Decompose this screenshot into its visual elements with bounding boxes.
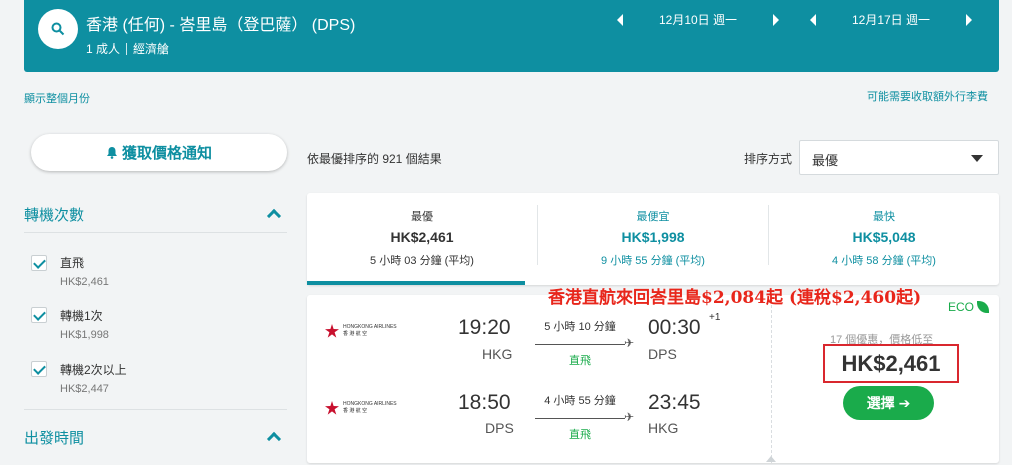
stops-checkbox-2plus[interactable] <box>31 361 47 377</box>
passengers-text: 1 成人 <box>86 42 121 56</box>
outbound-depart-time: 19:20 <box>458 316 511 339</box>
flight-line <box>535 344 625 345</box>
tab-name: 最便宜 <box>636 211 670 223</box>
price-alert-label: 獲取價格通知 <box>121 145 212 162</box>
tab-name: 最優 <box>411 211 433 223</box>
tab-price: HK$1,998 <box>621 229 685 245</box>
inbound-depart-airport: DPS <box>485 420 514 436</box>
tab-price: HK$5,048 <box>852 229 916 245</box>
show-whole-month-link[interactable]: 顯示整個月份 <box>24 90 90 106</box>
collapse-stops-icon[interactable] <box>266 208 282 224</box>
extra-baggage-fees-link[interactable]: 可能需要收取額外行李費 <box>867 88 988 104</box>
route-text: 香港 (任何) - 峇里島（登巴薩） (DPS) <box>86 17 356 34</box>
flight-line <box>535 418 625 419</box>
sort-dropdown[interactable]: 最優 <box>799 140 999 175</box>
sort-tabs: 最優 HK$2,461 5 小時 03 分鐘 (平均) 最便宜 HK$1,998… <box>307 193 999 285</box>
hong-kong-airlines-logo-icon <box>325 324 339 338</box>
collapse-depart-time-icon[interactable] <box>266 431 282 447</box>
airline-name-en: HONGKONG AIRLINES <box>343 401 397 407</box>
day-offset: +1 <box>709 312 721 323</box>
results-count: 依最優排序的 921 個結果 <box>307 152 442 166</box>
outbound-stops: 直飛 <box>569 355 591 367</box>
next-depart-date-arrow[interactable] <box>773 13 779 26</box>
stops-price-1stop: HK$1,998 <box>60 329 109 341</box>
outbound-arrive-airport: DPS <box>648 346 677 362</box>
stops-price-2plus: HK$2,447 <box>60 383 109 395</box>
hong-kong-airlines-logo-icon <box>325 401 339 415</box>
divider <box>24 232 287 233</box>
depart-time-filter-title[interactable]: 出發時間 <box>24 427 84 448</box>
return-date[interactable]: 12月17日 週一 <box>816 11 966 28</box>
leaf-icon <box>977 301 990 313</box>
inbound-depart-time: 18:50 <box>458 391 511 414</box>
cabin-text: 經濟艙 <box>133 42 170 56</box>
outbound-depart-airport: HKG <box>482 346 513 362</box>
airline-logo: HONGKONG AIRLINES 香 港 航 空 <box>325 324 397 338</box>
promo-annotation: 香港直航來回峇里島$2,084起 (連稅$2,460起) <box>548 288 922 308</box>
tab-fastest[interactable]: 最快 HK$5,048 4 小時 58 分鐘 (平均) <box>769 193 999 285</box>
inbound-stops: 直飛 <box>569 429 591 441</box>
airline-name-zh: 香 港 航 空 <box>343 331 368 337</box>
divider <box>24 409 287 410</box>
airline-logo: HONGKONG AIRLINES 香 港 航 空 <box>325 401 397 415</box>
active-tab-indicator <box>307 281 525 285</box>
tab-name: 最快 <box>873 211 895 223</box>
search-summary-bar[interactable]: 香港 (任何) - 峇里島（登巴薩） (DPS) 1 成人 經濟艙 12月10日 … <box>24 0 999 72</box>
stops-checkbox-1stop[interactable] <box>31 307 47 323</box>
tab-best[interactable]: 最優 HK$2,461 5 小時 03 分鐘 (平均) <box>307 193 537 285</box>
stops-checkbox-direct[interactable] <box>31 255 47 271</box>
sort-label: 排序方式 <box>744 152 793 166</box>
tab-price: HK$2,461 <box>390 229 454 245</box>
tab-cheapest[interactable]: 最便宜 HK$1,998 9 小時 55 分鐘 (平均) <box>538 193 768 285</box>
stops-label-2plus: 轉機2次以上 <box>60 363 127 377</box>
price-alert-button[interactable]: 獲取價格通知 <box>31 134 287 171</box>
bell-icon <box>106 147 117 159</box>
result-price: HK$2,461 <box>823 344 959 383</box>
select-button[interactable]: 選擇 ➔ <box>843 386 934 420</box>
expand-details-icon[interactable] <box>766 456 776 462</box>
plane-icon: ✈ <box>624 410 635 424</box>
tab-duration: 5 小時 03 分鐘 (平均) <box>370 255 474 267</box>
airline-name-en: HONGKONG AIRLINES <box>343 324 397 330</box>
stops-label-direct: 直飛 <box>60 256 85 270</box>
outbound-arrive-time: 00:30 <box>648 316 701 339</box>
inbound-duration: 4 小時 55 分鐘 <box>544 395 616 407</box>
search-icon <box>51 22 65 36</box>
chevron-down-icon <box>971 155 983 162</box>
plane-icon: ✈ <box>624 336 635 350</box>
tab-duration: 9 小時 55 分鐘 (平均) <box>601 255 705 267</box>
stops-price-direct: HK$2,461 <box>60 276 109 288</box>
depart-date[interactable]: 12月10日 週一 <box>623 11 773 28</box>
search-button[interactable] <box>38 9 78 49</box>
airline-name-zh: 香 港 航 空 <box>343 408 368 414</box>
inbound-arrive-time: 23:45 <box>648 391 701 414</box>
card-divider <box>771 295 772 463</box>
stops-label-1stop: 轉機1次 <box>60 309 103 323</box>
depart-date-picker[interactable]: 12月10日 週一 <box>617 11 779 28</box>
sort-value: 最優 <box>812 153 839 168</box>
passenger-cabin: 1 成人 經濟艙 <box>86 40 169 57</box>
eco-badge[interactable]: ECO <box>948 300 990 314</box>
next-return-date-arrow[interactable] <box>966 13 972 26</box>
outbound-duration: 5 小時 10 分鐘 <box>544 321 616 333</box>
inbound-arrive-airport: HKG <box>648 420 679 436</box>
eco-label: ECO <box>948 300 975 314</box>
stops-filter-title[interactable]: 轉機次數 <box>24 204 84 225</box>
tab-duration: 4 小時 58 分鐘 (平均) <box>832 255 936 267</box>
return-date-picker[interactable]: 12月17日 週一 <box>810 11 972 28</box>
